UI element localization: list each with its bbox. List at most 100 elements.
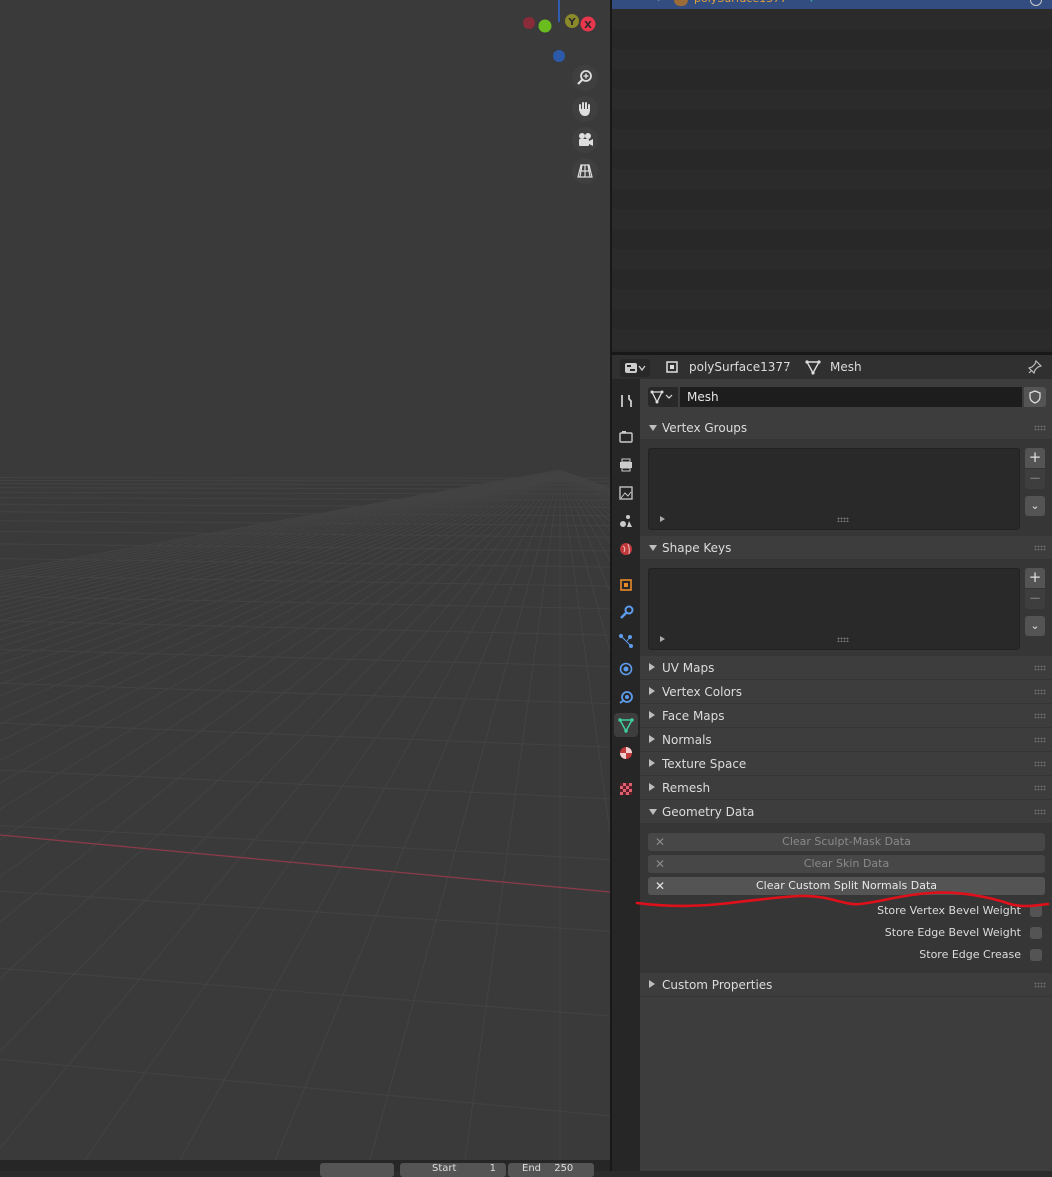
tab-view-layer[interactable] xyxy=(614,481,638,505)
clear-sculpt-mask-data-button[interactable]: ✕ Clear Sculpt-Mask Data xyxy=(648,833,1045,851)
store-edge-crease-checkbox[interactable] xyxy=(1030,949,1042,961)
visibility-icon[interactable] xyxy=(1030,0,1042,6)
panel-vertex-colors-header[interactable]: Vertex Colors xyxy=(640,680,1052,704)
store-vertex-bevel-weight-checkbox[interactable] xyxy=(1030,905,1042,917)
expand-arrow-icon[interactable]: ▸ xyxy=(658,0,662,3)
timeline-start-field[interactable]: Start 1 xyxy=(400,1163,506,1177)
list-filter-arrow-icon[interactable] xyxy=(660,516,665,522)
grid-line xyxy=(0,469,561,810)
panel-uv-maps-header[interactable]: UV Maps xyxy=(640,656,1052,680)
drag-grip-icon[interactable] xyxy=(1034,545,1046,551)
panel-face-maps-header[interactable]: Face Maps xyxy=(640,704,1052,728)
tab-output[interactable] xyxy=(614,453,638,477)
drag-grip-icon[interactable] xyxy=(1034,982,1046,988)
render-tab-icon xyxy=(619,431,633,443)
outliner-row-stripe xyxy=(612,49,1052,69)
tab-material[interactable] xyxy=(614,741,638,765)
object-breadcrumb: polySurface1377 xyxy=(664,359,791,375)
list-filter-arrow-icon[interactable] xyxy=(660,636,665,642)
material-tab-icon xyxy=(620,747,632,759)
editor-type-dropdown[interactable] xyxy=(620,359,650,377)
panel-vertex-groups-header[interactable]: Vertex Groups xyxy=(640,416,1052,440)
drag-grip-icon[interactable] xyxy=(1034,761,1046,767)
tab-physics[interactable] xyxy=(614,657,638,681)
list-resize-grip-icon[interactable] xyxy=(837,517,849,522)
mesh-browse-icon xyxy=(650,390,673,404)
vertex-groups-list[interactable] xyxy=(648,448,1020,530)
outliner[interactable]: ▸ polySurface1377 ▽ xyxy=(612,0,1052,352)
3d-viewport[interactable]: Y X xyxy=(0,0,610,1160)
grid-line xyxy=(0,469,561,598)
timeline-end-field[interactable]: End 250 xyxy=(508,1163,594,1177)
drag-grip-icon[interactable] xyxy=(1034,713,1046,719)
x-icon: ✕ xyxy=(655,879,666,893)
clear-skin-data-button[interactable]: ✕ Clear Skin Data xyxy=(648,855,1045,873)
tab-render[interactable] xyxy=(614,425,638,449)
remove-vertex-group-button[interactable]: − xyxy=(1025,469,1045,489)
output-tab-icon xyxy=(620,458,632,472)
add-shape-key-button[interactable]: + xyxy=(1025,568,1045,588)
tab-modifiers[interactable] xyxy=(614,601,638,625)
panel-title: Geometry Data xyxy=(662,805,755,819)
drag-grip-icon[interactable] xyxy=(1034,689,1046,695)
clear-custom-split-normals-button[interactable]: ✕ Clear Custom Split Normals Data xyxy=(648,877,1045,895)
remove-shape-key-button[interactable]: − xyxy=(1025,589,1045,609)
mesh-triangle-icon xyxy=(805,360,821,375)
tab-scene[interactable] xyxy=(614,509,638,533)
camera-view-button[interactable] xyxy=(572,127,598,153)
perspective-toggle-button[interactable] xyxy=(572,158,598,184)
outliner-object-name[interactable]: polySurface1377 xyxy=(694,0,787,5)
grid-line xyxy=(0,469,561,784)
tab-tool[interactable] xyxy=(614,389,638,413)
tab-constraints[interactable] xyxy=(614,685,638,709)
browse-mesh-button[interactable] xyxy=(648,387,678,407)
tab-object[interactable] xyxy=(614,573,638,597)
shape-key-specials-button[interactable]: ⌄ xyxy=(1025,616,1045,636)
drag-grip-icon[interactable] xyxy=(1034,809,1046,815)
panel-custom-properties-header[interactable]: Custom Properties xyxy=(640,973,1052,997)
store-edge-bevel-weight-checkbox[interactable] xyxy=(1030,927,1042,939)
zoom-button[interactable] xyxy=(572,65,598,91)
panel-shape-keys-body: + − ⌄ xyxy=(640,560,1052,656)
tab-mesh-data[interactable] xyxy=(614,713,638,737)
tab-world[interactable] xyxy=(614,537,638,561)
tab-particles[interactable] xyxy=(614,629,638,653)
tab-texture[interactable] xyxy=(614,777,638,801)
outliner-selected-row[interactable]: ▸ polySurface1377 ▽ xyxy=(612,0,1052,9)
fake-user-button[interactable] xyxy=(1024,387,1046,407)
button-label: Clear Custom Split Normals Data xyxy=(755,879,938,892)
shape-keys-list[interactable] xyxy=(648,568,1020,650)
drag-grip-icon[interactable] xyxy=(1034,665,1046,671)
panel-geometry-data-header[interactable]: Geometry Data xyxy=(640,800,1052,824)
add-vertex-group-button[interactable]: + xyxy=(1025,448,1045,468)
grid-line xyxy=(0,469,561,594)
list-resize-grip-icon[interactable] xyxy=(837,637,849,642)
store-edge-bevel-weight-row: Store Edge Bevel Weight xyxy=(640,923,1052,943)
breadcrumb-object-name: polySurface1377 xyxy=(689,360,791,374)
grid-line xyxy=(0,722,610,748)
pin-icon xyxy=(1028,360,1042,374)
navigation-gizmo[interactable]: Y X xyxy=(515,0,605,70)
panel-collapsed-arrow-icon xyxy=(649,735,655,743)
pin-button[interactable] xyxy=(1028,359,1042,375)
grid-line xyxy=(0,469,561,697)
grid-line xyxy=(0,497,610,501)
panel-expanded-arrow-icon xyxy=(649,809,657,815)
panel-remesh-header[interactable]: Remesh xyxy=(640,776,1052,800)
grid-line xyxy=(84,469,561,1160)
properties-editor[interactable]: polySurface1377 › Mesh Mesh Vertex Group… xyxy=(612,355,1052,1171)
properties-editor-icon xyxy=(625,363,646,373)
grid-line xyxy=(0,620,610,636)
drag-grip-icon[interactable] xyxy=(1034,785,1046,791)
panel-normals-header[interactable]: Normals xyxy=(640,728,1052,752)
mesh-name-field[interactable]: Mesh xyxy=(680,387,1022,407)
vertex-group-specials-button[interactable]: ⌄ xyxy=(1025,496,1045,516)
drag-grip-icon[interactable] xyxy=(1034,425,1046,431)
timeline-frame-field[interactable] xyxy=(320,1163,394,1177)
panel-texture-space-header[interactable]: Texture Space xyxy=(640,752,1052,776)
end-value: 250 xyxy=(554,1163,574,1174)
pan-button[interactable] xyxy=(572,96,598,122)
panel-title: Custom Properties xyxy=(662,978,773,992)
panel-shape-keys-header[interactable]: Shape Keys xyxy=(640,536,1052,560)
drag-grip-icon[interactable] xyxy=(1034,737,1046,743)
